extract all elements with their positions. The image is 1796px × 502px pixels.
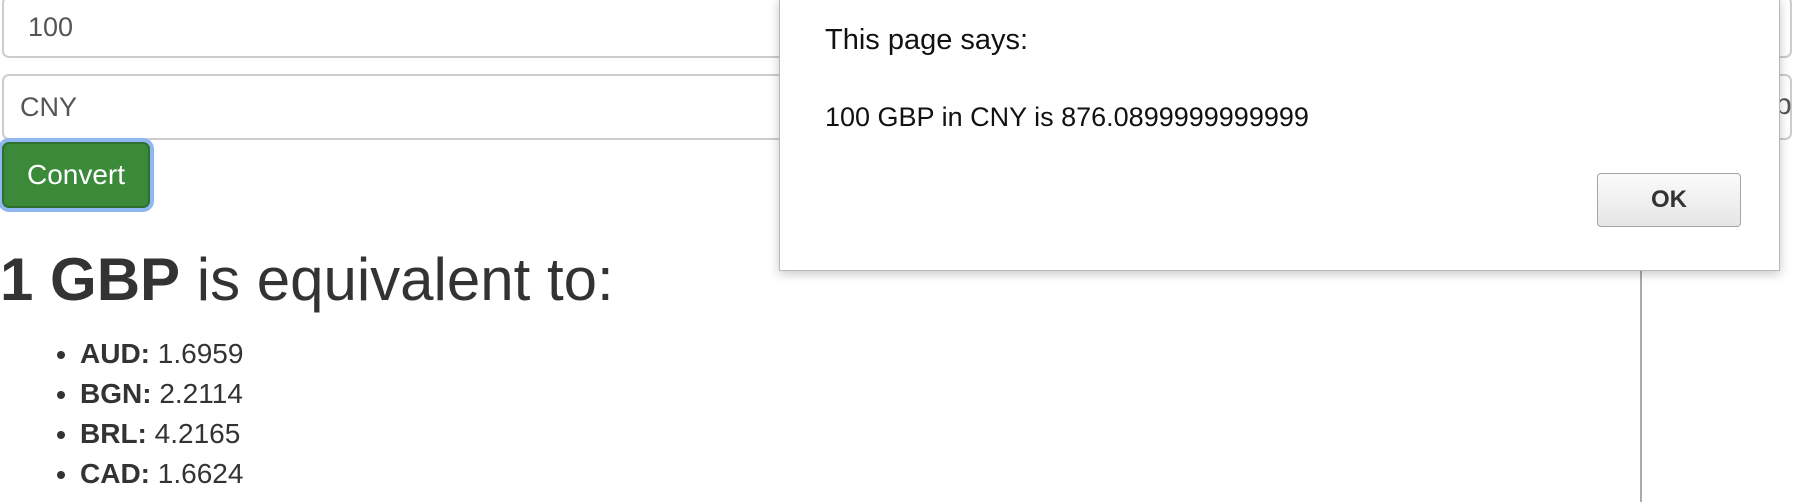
page: 100 CNY Convert 1 GBP is equivalent to: …	[0, 0, 1796, 502]
dialog-message: 100 GBP in CNY is 876.0899999999999	[825, 102, 1309, 132]
rates-heading-base: 1 GBP	[0, 246, 181, 313]
list-item: BGN: 2.2114	[80, 374, 243, 414]
convert-button[interactable]: Convert	[2, 142, 150, 208]
convert-button-label: Convert	[26, 159, 126, 190]
alert-dialog: This page says: 100 GBP in CNY is 876.08…	[779, 0, 1780, 271]
dialog-title: This page says:	[825, 24, 1029, 56]
currency-code: CAD:	[80, 458, 150, 489]
rates-heading-text: is equivalent to:	[180, 246, 614, 313]
amount-input-value: 100	[28, 11, 74, 42]
currency-input-value: CNY	[20, 91, 78, 122]
rates-list: AUD: 1.6959 BGN: 2.2114 BRL: 4.2165 CAD:…	[46, 334, 243, 494]
currency-code: BRL:	[80, 418, 147, 449]
currency-rate: 1.6959	[150, 338, 244, 369]
list-item: BRL: 4.2165	[80, 414, 243, 454]
ok-button-label: OK	[1651, 186, 1687, 213]
ok-button[interactable]: OK	[1597, 173, 1741, 227]
currency-code: BGN:	[80, 378, 152, 409]
rates-heading: 1 GBP is equivalent to:	[0, 244, 614, 316]
currency-rate: 1.6624	[150, 458, 244, 489]
currency-rate: 2.2114	[151, 378, 243, 409]
list-item: AUD: 1.6959	[80, 334, 243, 374]
list-item: CAD: 1.6624	[80, 454, 243, 494]
currency-rate: 4.2165	[146, 418, 241, 449]
currency-code: AUD:	[80, 338, 150, 369]
column-divider	[1640, 270, 1642, 502]
